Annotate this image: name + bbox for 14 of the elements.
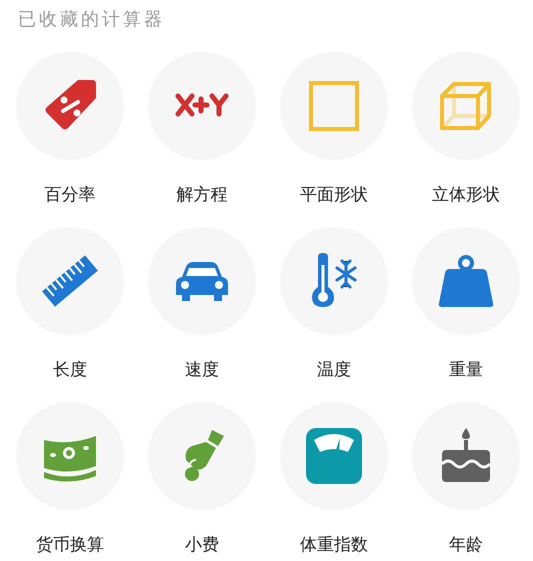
- calculator-label: 体重指数: [300, 535, 368, 555]
- calculator-label: 平面形状: [300, 185, 368, 205]
- calculator-label: 年龄: [449, 535, 483, 555]
- calculator-label: 温度: [317, 360, 351, 380]
- calculator-label: 小费: [185, 535, 219, 555]
- calculator-label: 货币换算: [36, 535, 104, 555]
- calculator-label: 解方程: [176, 185, 228, 205]
- calculator-label: 重量: [449, 360, 483, 380]
- calculator-label: 百分率: [44, 185, 96, 205]
- calculator-label: 速度: [185, 360, 219, 380]
- calculator-label: 长度: [53, 360, 87, 380]
- calculator-label: 立体形状: [432, 185, 500, 205]
- section-title: 已收藏的计算器: [18, 8, 166, 32]
- bathroom-scale-icon: [304, 426, 364, 486]
